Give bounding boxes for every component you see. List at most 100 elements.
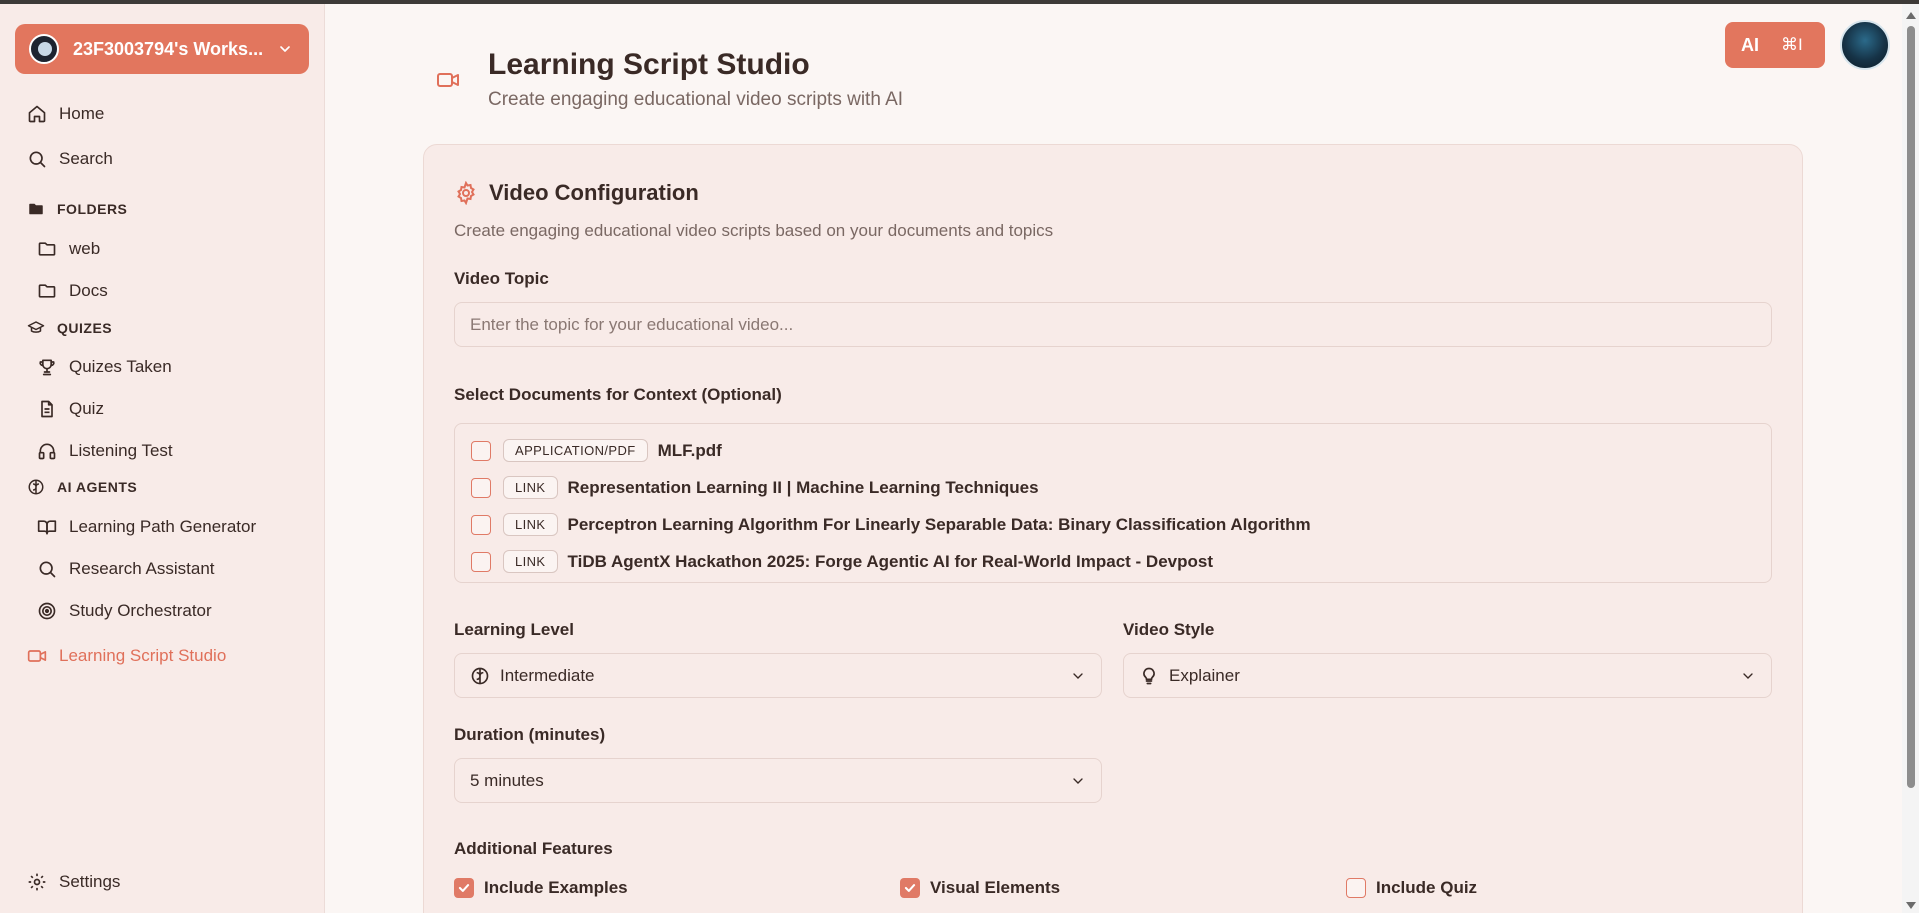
folders-section-header: FOLDERS [27,200,127,218]
feature-checkbox[interactable] [900,878,920,898]
workspace-name: 23F3003794's Works... [73,38,264,59]
headphones-icon [38,443,56,460]
page-subtitle: Create engaging educational video script… [488,89,904,110]
check-icon [458,884,470,892]
learning-level-select[interactable]: Intermediate [454,653,1102,698]
chevron-down-icon [1073,777,1083,784]
document-item[interactable]: LINK Representation Learning II | Machin… [471,476,1039,499]
feature-visual-elements[interactable]: Visual Elements [900,878,1060,898]
folder-icon [38,242,56,256]
file-text-icon [41,400,53,418]
document-type-badge: APPLICATION/PDF [503,439,648,462]
video-camera-icon [437,73,459,87]
chevron-down-icon [1743,672,1753,679]
documents-list[interactable]: APPLICATION/PDF MLF.pdf LINK Representat… [454,423,1772,583]
ai-agents-section-label: AI AGENTS [57,479,138,495]
document-checkbox[interactable] [471,440,491,461]
document-type-badge: LINK [503,550,558,573]
workspace-switcher[interactable]: 23F3003794's Works... [15,24,309,74]
folder-item-web[interactable]: web [37,239,100,259]
card-title: Video Configuration [489,180,699,205]
nav-item-label: Learning Script Studio [59,646,227,665]
nav-learning-path-generator[interactable]: Learning Path Generator [37,517,256,537]
duration-label: Duration (minutes) [454,725,606,744]
nav-item-label: Quiz [69,399,104,418]
search-icon [29,151,46,168]
document-checkbox[interactable] [471,514,491,535]
additional-features-label: Additional Features [454,839,613,858]
gear-icon [457,181,475,205]
feature-include-quiz[interactable]: Include Quiz [1346,878,1477,898]
duration-value: 5 minutes [470,770,544,790]
page-scrollbar[interactable] [1902,4,1919,913]
folders-section-label: FOLDERS [57,201,128,217]
folder-item-docs[interactable]: Docs [37,281,108,301]
document-item[interactable]: LINK TiDB AgentX Hackathon 2025: Forge A… [471,550,1213,573]
nav-research-assistant[interactable]: Research Assistant [37,559,215,579]
video-style-select[interactable]: Explainer [1123,653,1772,698]
book-open-icon [37,520,57,535]
ai-shortcut-label: ⌘I [1781,35,1803,54]
document-name: Perceptron Learning Algorithm For Linear… [567,514,1311,534]
nav-home-label: Home [59,104,105,123]
ai-assistant-button[interactable]: AI ⌘I [1725,22,1825,68]
quizes-section-label: QUIZES [57,320,113,336]
nav-item-label: Study Orchestrator [69,601,212,620]
nav-home[interactable]: Home [27,104,104,124]
lightbulb-icon [1143,667,1155,684]
page-title: Learning Script Studio [488,48,810,81]
quizes-section-header: QUIZES [27,319,112,337]
nav-search[interactable]: Search [27,149,113,169]
folder-filled-icon [29,203,43,215]
document-item[interactable]: APPLICATION/PDF MLF.pdf [471,439,722,462]
document-checkbox[interactable] [471,477,491,498]
documents-label: Select Documents for Context (Optional) [454,385,782,404]
document-type-badge: LINK [503,513,558,536]
chevron-down-icon [1073,672,1083,679]
user-avatar[interactable] [1840,20,1890,70]
nav-quizes-taken[interactable]: Quizes Taken [37,357,172,377]
folder-item-label: Docs [69,281,108,300]
document-name: TiDB AgentX Hackathon 2025: Forge Agenti… [567,551,1213,571]
nav-quiz[interactable]: Quiz [37,399,104,419]
video-camera-icon [27,650,47,662]
video-style-value: Explainer [1169,665,1240,685]
nav-item-label: Research Assistant [69,559,215,578]
target-icon [38,602,56,620]
duration-select[interactable]: 5 minutes [454,758,1102,803]
video-topic-input[interactable] [454,302,1772,347]
learning-level-value: Intermediate [500,665,595,685]
document-type-badge: LINK [503,476,558,499]
scroll-up-arrow[interactable] [1906,12,1916,19]
gear-icon [28,873,46,891]
nav-learning-script-studio[interactable]: Learning Script Studio [27,646,226,666]
feature-checkbox[interactable] [454,878,474,898]
nav-settings-label: Settings [59,872,121,891]
nav-listening-test[interactable]: Listening Test [37,441,173,461]
video-topic-label: Video Topic [454,269,549,288]
feature-include-examples[interactable]: Include Examples [454,878,628,898]
document-name: Representation Learning II | Machine Lea… [567,477,1039,497]
workspace-avatar [29,34,59,64]
feature-label: Visual Elements [930,878,1061,897]
scroll-thumb[interactable] [1907,26,1915,788]
graduation-cap-icon [27,321,45,333]
check-icon [904,884,916,892]
video-style-label: Video Style [1123,620,1215,639]
nav-item-label: Learning Path Generator [69,517,257,536]
feature-label: Include Quiz [1376,878,1478,897]
ai-button-label: AI [1741,34,1759,55]
trophy-icon [39,359,55,376]
home-icon [28,105,46,123]
brain-icon [471,667,489,684]
feature-checkbox[interactable] [1346,878,1366,898]
chevron-down-icon [280,46,290,52]
folder-item-label: web [69,239,101,258]
scroll-down-arrow[interactable] [1906,902,1916,909]
card-description: Create engaging educational video script… [454,221,1054,240]
nav-settings[interactable]: Settings [27,872,120,892]
feature-label: Include Examples [484,878,628,897]
nav-study-orchestrator[interactable]: Study Orchestrator [37,601,212,621]
document-item[interactable]: LINK Perceptron Learning Algorithm For L… [471,513,1311,536]
document-checkbox[interactable] [471,551,491,572]
